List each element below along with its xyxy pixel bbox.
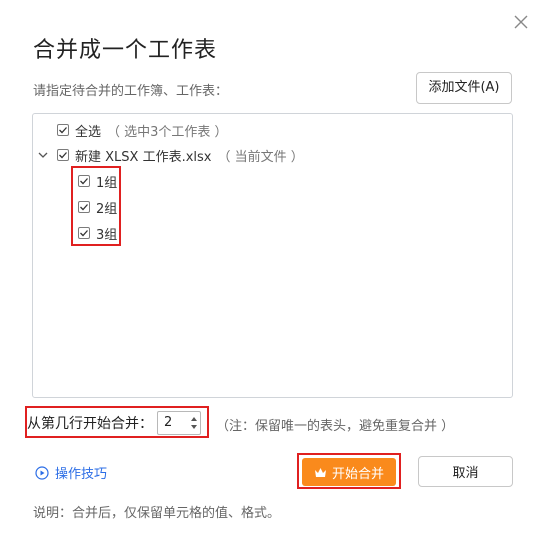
merge-dialog: 合并成一个工作表 请指定待合并的工作簿、工作表： 添加文件(A) 全选 （ 选中…: [0, 0, 544, 548]
play-circle-icon: [35, 465, 49, 480]
workbook-row[interactable]: 新建 XLSX 工作表.xlsx （ 当前文件 ）: [37, 145, 304, 165]
cancel-button[interactable]: 取消: [418, 456, 513, 487]
start-merge-label[interactable]: 开始合并: [332, 463, 384, 482]
close-icon[interactable]: [512, 13, 530, 31]
dialog-title: 合并成一个工作表: [33, 38, 218, 63]
select-all-count: （ 选中3个工作表 ）: [107, 124, 228, 140]
select-all-row[interactable]: 全选 （ 选中3个工作表 ）: [57, 120, 228, 140]
workbook-note: （ 当前文件 ）: [217, 149, 304, 165]
workbook-checkbox[interactable]: [57, 149, 69, 161]
chevron-down-icon[interactable]: [37, 149, 49, 161]
start-row-highlight-box: [25, 406, 209, 438]
sheets-highlight-box: [71, 166, 121, 246]
start-merge-button[interactable]: 开始合并: [302, 458, 396, 486]
instruction-text: 请指定待合并的工作簿、工作表：: [33, 84, 229, 99]
footer-note: 说明：合并后，仅保留单元格的值、格式。: [33, 506, 281, 521]
add-file-button[interactable]: 添加文件(A): [416, 72, 512, 104]
sheet-tree: 全选 （ 选中3个工作表 ） 新建 XLSX 工作表.xlsx （ 当前文件 ）…: [32, 113, 513, 398]
workbook-label: 新建 XLSX 工作表.xlsx: [75, 149, 212, 165]
select-all-label: 全选: [75, 124, 102, 140]
crown-icon: [314, 467, 326, 477]
select-all-checkbox[interactable]: [57, 124, 69, 136]
start-row-note: （注：保留唯一的表头，避免重复合并 ）: [216, 419, 455, 434]
tips-label[interactable]: 操作技巧: [55, 463, 107, 482]
tips-link[interactable]: 操作技巧: [35, 463, 107, 482]
